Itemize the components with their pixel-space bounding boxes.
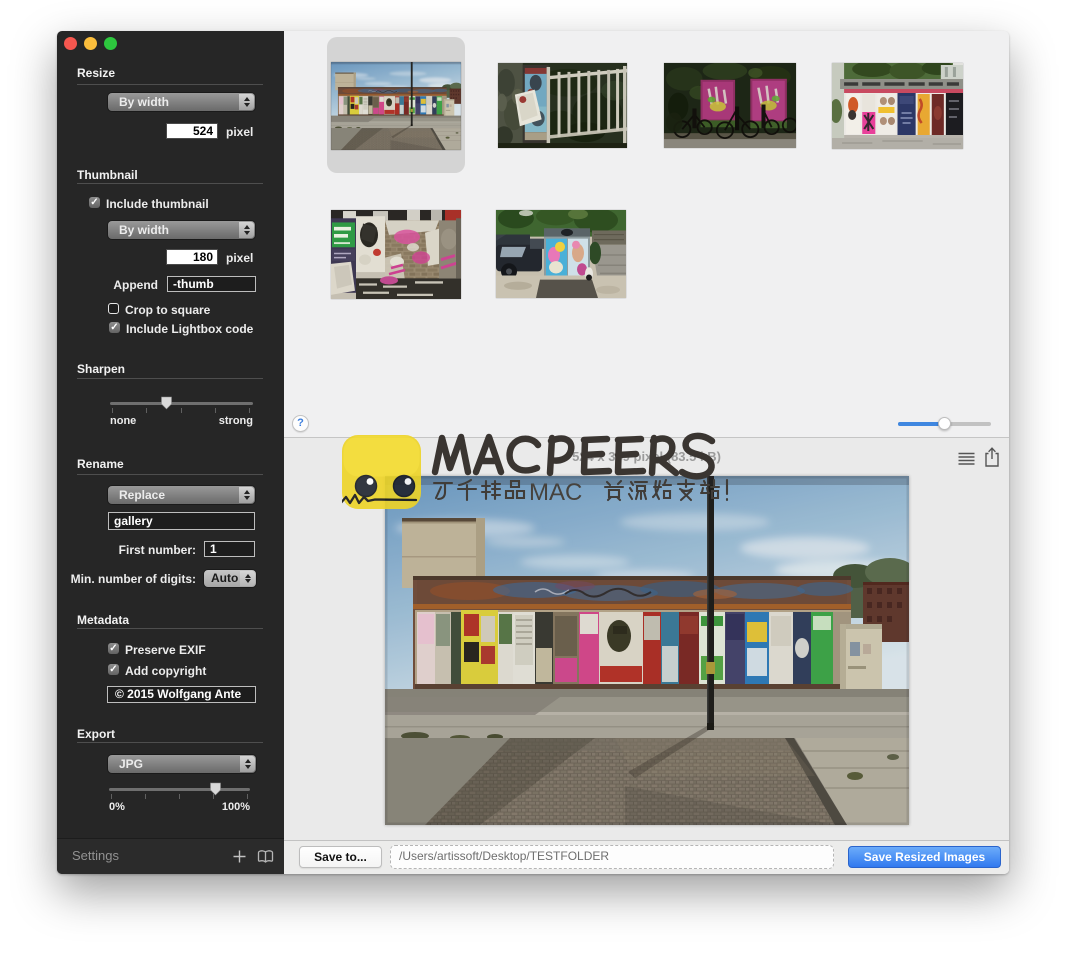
svg-text:MAC: MAC bbox=[529, 479, 582, 506]
